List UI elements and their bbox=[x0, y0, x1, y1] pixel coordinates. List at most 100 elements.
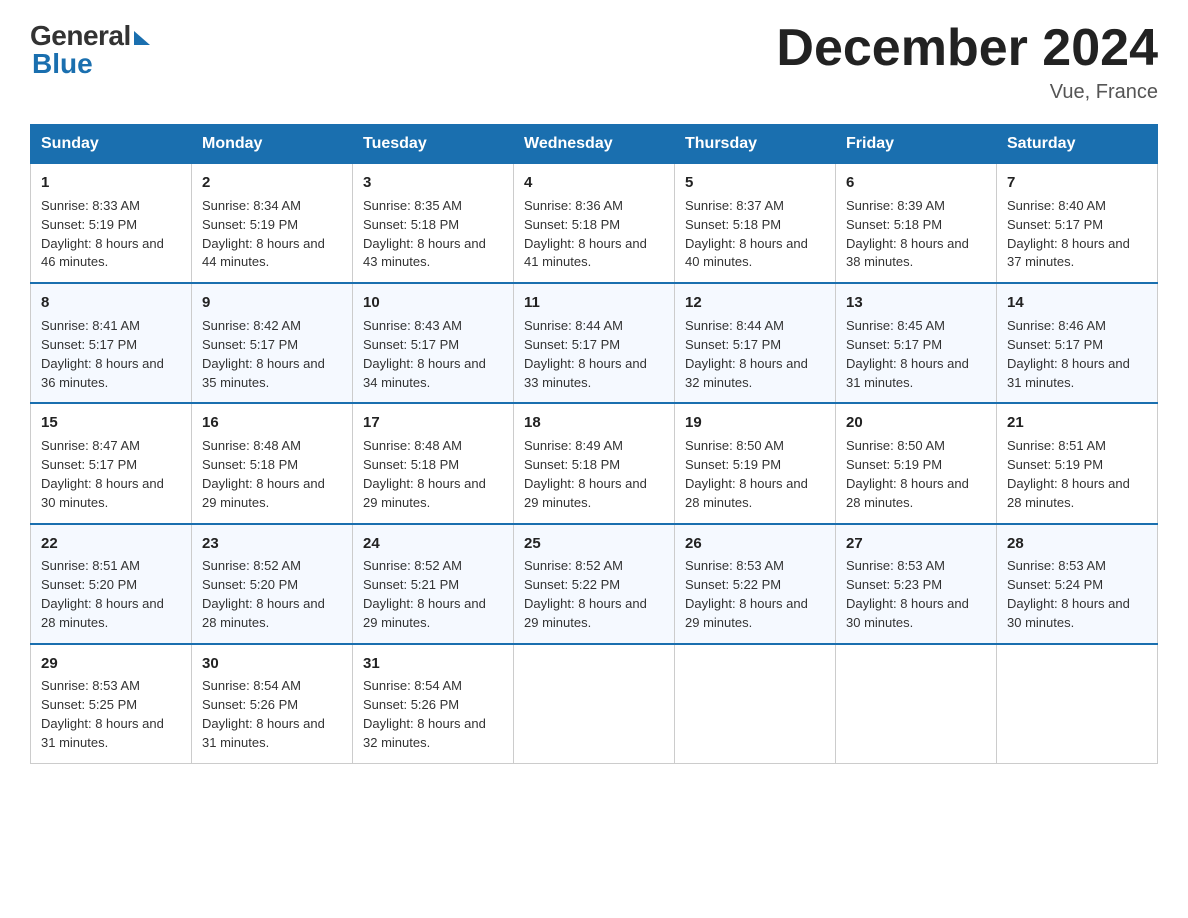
calendar-cell: 18 Sunrise: 8:49 AM Sunset: 5:18 PM Dayl… bbox=[514, 403, 675, 523]
day-sunset: Sunset: 5:23 PM bbox=[846, 577, 942, 592]
day-daylight: Daylight: 8 hours and 29 minutes. bbox=[363, 476, 486, 510]
day-daylight: Daylight: 8 hours and 29 minutes. bbox=[524, 476, 647, 510]
day-sunset: Sunset: 5:17 PM bbox=[1007, 337, 1103, 352]
day-sunrise: Sunrise: 8:51 AM bbox=[41, 558, 140, 573]
day-number: 4 bbox=[524, 172, 664, 194]
day-number: 19 bbox=[685, 412, 825, 434]
calendar-cell: 7 Sunrise: 8:40 AM Sunset: 5:17 PM Dayli… bbox=[997, 164, 1158, 284]
day-sunset: Sunset: 5:18 PM bbox=[524, 217, 620, 232]
day-daylight: Daylight: 8 hours and 31 minutes. bbox=[41, 716, 164, 750]
day-sunset: Sunset: 5:20 PM bbox=[41, 577, 137, 592]
day-sunrise: Sunrise: 8:53 AM bbox=[846, 558, 945, 573]
calendar-cell: 21 Sunrise: 8:51 AM Sunset: 5:19 PM Dayl… bbox=[997, 403, 1158, 523]
day-daylight: Daylight: 8 hours and 36 minutes. bbox=[41, 356, 164, 390]
calendar-cell: 15 Sunrise: 8:47 AM Sunset: 5:17 PM Dayl… bbox=[31, 403, 192, 523]
day-sunset: Sunset: 5:18 PM bbox=[524, 457, 620, 472]
day-sunset: Sunset: 5:26 PM bbox=[202, 697, 298, 712]
calendar-cell: 8 Sunrise: 8:41 AM Sunset: 5:17 PM Dayli… bbox=[31, 283, 192, 403]
calendar-cell: 14 Sunrise: 8:46 AM Sunset: 5:17 PM Dayl… bbox=[997, 283, 1158, 403]
day-sunrise: Sunrise: 8:54 AM bbox=[202, 678, 301, 693]
day-daylight: Daylight: 8 hours and 31 minutes. bbox=[846, 356, 969, 390]
day-sunrise: Sunrise: 8:45 AM bbox=[846, 318, 945, 333]
day-sunrise: Sunrise: 8:52 AM bbox=[363, 558, 462, 573]
day-sunrise: Sunrise: 8:52 AM bbox=[524, 558, 623, 573]
day-sunrise: Sunrise: 8:53 AM bbox=[685, 558, 784, 573]
calendar-cell: 24 Sunrise: 8:52 AM Sunset: 5:21 PM Dayl… bbox=[353, 524, 514, 644]
day-sunset: Sunset: 5:19 PM bbox=[202, 217, 298, 232]
day-sunrise: Sunrise: 8:43 AM bbox=[363, 318, 462, 333]
day-daylight: Daylight: 8 hours and 29 minutes. bbox=[363, 596, 486, 630]
day-sunset: Sunset: 5:18 PM bbox=[846, 217, 942, 232]
day-daylight: Daylight: 8 hours and 28 minutes. bbox=[846, 476, 969, 510]
day-daylight: Daylight: 8 hours and 30 minutes. bbox=[1007, 596, 1130, 630]
day-sunset: Sunset: 5:18 PM bbox=[202, 457, 298, 472]
day-daylight: Daylight: 8 hours and 46 minutes. bbox=[41, 236, 164, 270]
calendar-cell: 6 Sunrise: 8:39 AM Sunset: 5:18 PM Dayli… bbox=[836, 164, 997, 284]
day-number: 31 bbox=[363, 653, 503, 675]
day-sunrise: Sunrise: 8:46 AM bbox=[1007, 318, 1106, 333]
day-sunrise: Sunrise: 8:37 AM bbox=[685, 198, 784, 213]
day-sunrise: Sunrise: 8:44 AM bbox=[524, 318, 623, 333]
day-sunrise: Sunrise: 8:35 AM bbox=[363, 198, 462, 213]
day-number: 24 bbox=[363, 533, 503, 555]
day-number: 20 bbox=[846, 412, 986, 434]
day-daylight: Daylight: 8 hours and 30 minutes. bbox=[846, 596, 969, 630]
day-number: 28 bbox=[1007, 533, 1147, 555]
day-sunset: Sunset: 5:19 PM bbox=[41, 217, 137, 232]
calendar-cell: 9 Sunrise: 8:42 AM Sunset: 5:17 PM Dayli… bbox=[192, 283, 353, 403]
calendar-cell: 10 Sunrise: 8:43 AM Sunset: 5:17 PM Dayl… bbox=[353, 283, 514, 403]
day-sunset: Sunset: 5:21 PM bbox=[363, 577, 459, 592]
calendar-cell: 11 Sunrise: 8:44 AM Sunset: 5:17 PM Dayl… bbox=[514, 283, 675, 403]
day-sunset: Sunset: 5:17 PM bbox=[363, 337, 459, 352]
day-number: 1 bbox=[41, 172, 181, 194]
day-number: 2 bbox=[202, 172, 342, 194]
day-daylight: Daylight: 8 hours and 28 minutes. bbox=[202, 596, 325, 630]
day-number: 10 bbox=[363, 292, 503, 314]
day-number: 14 bbox=[1007, 292, 1147, 314]
day-number: 29 bbox=[41, 653, 181, 675]
calendar-cell: 16 Sunrise: 8:48 AM Sunset: 5:18 PM Dayl… bbox=[192, 403, 353, 523]
calendar-cell: 2 Sunrise: 8:34 AM Sunset: 5:19 PM Dayli… bbox=[192, 164, 353, 284]
day-number: 6 bbox=[846, 172, 986, 194]
day-number: 15 bbox=[41, 412, 181, 434]
day-sunset: Sunset: 5:17 PM bbox=[685, 337, 781, 352]
calendar-cell: 17 Sunrise: 8:48 AM Sunset: 5:18 PM Dayl… bbox=[353, 403, 514, 523]
month-title: December 2024 bbox=[776, 20, 1158, 77]
day-number: 12 bbox=[685, 292, 825, 314]
calendar-cell: 13 Sunrise: 8:45 AM Sunset: 5:17 PM Dayl… bbox=[836, 283, 997, 403]
day-number: 30 bbox=[202, 653, 342, 675]
day-sunset: Sunset: 5:20 PM bbox=[202, 577, 298, 592]
day-sunset: Sunset: 5:19 PM bbox=[685, 457, 781, 472]
day-daylight: Daylight: 8 hours and 41 minutes. bbox=[524, 236, 647, 270]
calendar-cell: 29 Sunrise: 8:53 AM Sunset: 5:25 PM Dayl… bbox=[31, 644, 192, 764]
day-number: 27 bbox=[846, 533, 986, 555]
calendar-cell: 23 Sunrise: 8:52 AM Sunset: 5:20 PM Dayl… bbox=[192, 524, 353, 644]
calendar-cell bbox=[836, 644, 997, 764]
day-sunrise: Sunrise: 8:52 AM bbox=[202, 558, 301, 573]
day-daylight: Daylight: 8 hours and 32 minutes. bbox=[685, 356, 808, 390]
calendar-cell: 26 Sunrise: 8:53 AM Sunset: 5:22 PM Dayl… bbox=[675, 524, 836, 644]
day-sunset: Sunset: 5:18 PM bbox=[363, 457, 459, 472]
day-sunrise: Sunrise: 8:40 AM bbox=[1007, 198, 1106, 213]
day-daylight: Daylight: 8 hours and 29 minutes. bbox=[524, 596, 647, 630]
day-sunset: Sunset: 5:17 PM bbox=[524, 337, 620, 352]
calendar-cell bbox=[997, 644, 1158, 764]
day-sunset: Sunset: 5:19 PM bbox=[846, 457, 942, 472]
col-header-wednesday: Wednesday bbox=[514, 125, 675, 164]
calendar-cell bbox=[675, 644, 836, 764]
day-sunrise: Sunrise: 8:53 AM bbox=[1007, 558, 1106, 573]
day-daylight: Daylight: 8 hours and 31 minutes. bbox=[202, 716, 325, 750]
day-number: 18 bbox=[524, 412, 664, 434]
day-daylight: Daylight: 8 hours and 34 minutes. bbox=[363, 356, 486, 390]
day-sunset: Sunset: 5:18 PM bbox=[685, 217, 781, 232]
day-daylight: Daylight: 8 hours and 29 minutes. bbox=[685, 596, 808, 630]
page-header: General Blue December 2024 Vue, France bbox=[30, 20, 1158, 104]
col-header-sunday: Sunday bbox=[31, 125, 192, 164]
day-daylight: Daylight: 8 hours and 40 minutes. bbox=[685, 236, 808, 270]
day-sunrise: Sunrise: 8:42 AM bbox=[202, 318, 301, 333]
col-header-thursday: Thursday bbox=[675, 125, 836, 164]
day-daylight: Daylight: 8 hours and 28 minutes. bbox=[685, 476, 808, 510]
day-number: 11 bbox=[524, 292, 664, 314]
logo-arrow-icon bbox=[134, 31, 150, 45]
day-sunrise: Sunrise: 8:34 AM bbox=[202, 198, 301, 213]
